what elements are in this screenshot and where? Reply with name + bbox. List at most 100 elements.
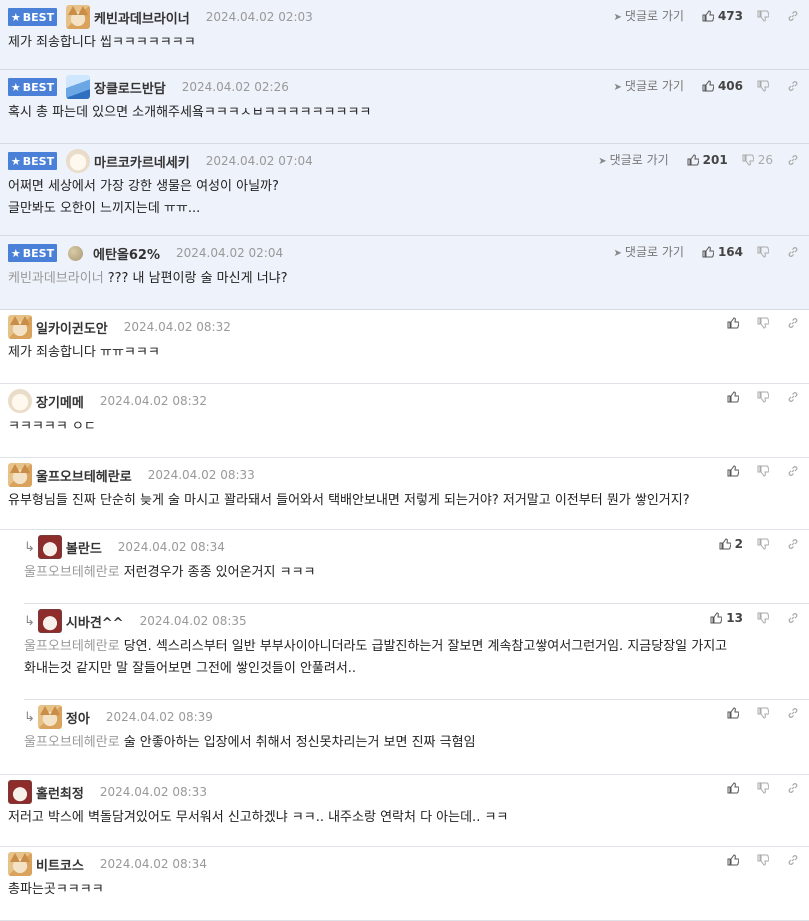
comment-author[interactable]: 울프오브테헤란로 bbox=[36, 466, 132, 485]
avatar[interactable] bbox=[8, 852, 32, 876]
avatar[interactable] bbox=[37, 705, 62, 729]
comment-date: 2024.04.02 08:33 bbox=[147, 468, 255, 482]
dislike-button[interactable] bbox=[757, 391, 773, 403]
like-button[interactable]: 406 bbox=[702, 79, 743, 93]
dislike-button[interactable] bbox=[757, 246, 773, 258]
reply-comment: ↳ 볼란드 2024.04.02 08:34 2 울프오브테헤란로 저런경우가 종… bbox=[24, 530, 809, 604]
best-badge: ★ BEST bbox=[8, 152, 57, 170]
comment-author[interactable]: 장기메메 bbox=[36, 392, 84, 411]
dislike-button[interactable] bbox=[757, 707, 773, 719]
comment-author[interactable]: 시바견^^ bbox=[66, 612, 124, 631]
arrow-icon: ➤ bbox=[613, 248, 622, 259]
comment-author[interactable]: 비트코스 bbox=[36, 855, 84, 874]
thumbs-up-icon bbox=[727, 782, 739, 794]
comment-author[interactable]: 홀런최정 bbox=[36, 783, 84, 802]
avatar[interactable] bbox=[66, 75, 90, 99]
like-button[interactable]: 2 bbox=[719, 537, 743, 551]
comment-author[interactable]: 장클로드반담 bbox=[94, 78, 166, 97]
star-icon: ★ bbox=[10, 154, 21, 168]
goto-reply-link[interactable]: ➤ 댓글로 가기 bbox=[614, 7, 684, 24]
link-icon[interactable] bbox=[787, 465, 799, 477]
dislike-button[interactable] bbox=[757, 538, 773, 550]
like-button[interactable]: 164 bbox=[702, 245, 743, 259]
mention[interactable]: 울프오브테헤란로 bbox=[24, 565, 120, 580]
dislike-button[interactable] bbox=[757, 782, 773, 794]
avatar[interactable] bbox=[68, 245, 83, 261]
like-count: 473 bbox=[717, 8, 743, 23]
like-button[interactable] bbox=[727, 391, 743, 403]
comment-date: 2024.04.02 08:34 bbox=[99, 857, 207, 871]
dislike-button[interactable] bbox=[757, 465, 773, 477]
comment-author[interactable]: 일카이귄도안 bbox=[36, 318, 108, 337]
avatar[interactable] bbox=[8, 315, 32, 339]
best-comment: ★ BEST 장클로드반담 2024.04.02 02:26 ➤ 댓글로 가기 40… bbox=[0, 70, 809, 144]
thumbs-down-icon bbox=[757, 80, 769, 92]
arrow-icon: ➤ bbox=[598, 156, 607, 167]
comment-date: 2024.04.02 07:04 bbox=[205, 154, 313, 168]
goto-reply-link[interactable]: ➤ 댓글로 가기 bbox=[614, 243, 684, 260]
avatar[interactable] bbox=[8, 389, 32, 413]
link-icon[interactable] bbox=[787, 317, 799, 329]
like-button[interactable]: 201 bbox=[687, 153, 728, 167]
mention[interactable]: 케빈과데브라이너 bbox=[8, 271, 104, 286]
avatar[interactable] bbox=[8, 463, 32, 487]
thumbs-up-icon bbox=[727, 465, 739, 477]
like-button[interactable] bbox=[727, 707, 743, 719]
like-button[interactable] bbox=[727, 317, 743, 329]
comment-date: 2024.04.02 02:04 bbox=[176, 246, 284, 260]
link-icon[interactable] bbox=[787, 246, 799, 258]
link-icon[interactable] bbox=[787, 80, 799, 92]
comment-body: 저러고 박스에 벽돌담겨있어도 무서워서 신고하겠냐 ㅋㅋ.. 내주소랑 연락처… bbox=[8, 810, 509, 825]
avatar[interactable] bbox=[66, 5, 90, 29]
avatar[interactable] bbox=[37, 535, 62, 559]
dislike-button[interactable] bbox=[757, 10, 773, 22]
dislike-button[interactable] bbox=[757, 612, 773, 624]
dislike-count: 26 bbox=[757, 152, 773, 167]
like-count: 201 bbox=[702, 152, 728, 167]
link-icon[interactable] bbox=[787, 707, 799, 719]
comment-author[interactable]: 에탄올62% bbox=[93, 244, 160, 263]
goto-reply-link[interactable]: ➤ 댓글로 가기 bbox=[614, 77, 684, 94]
thumbs-up-icon bbox=[702, 245, 714, 257]
like-button[interactable] bbox=[727, 782, 743, 794]
link-icon[interactable] bbox=[787, 854, 799, 866]
comment-author[interactable]: 케빈과데브라이너 bbox=[94, 8, 190, 27]
link-icon[interactable] bbox=[787, 154, 799, 166]
reply-arrow-icon: ↳ bbox=[24, 539, 35, 555]
dislike-button[interactable]: 26 bbox=[742, 153, 773, 167]
thumbs-down-icon bbox=[757, 10, 769, 22]
comment-date: 2024.04.02 08:39 bbox=[105, 710, 213, 724]
avatar[interactable] bbox=[37, 609, 62, 633]
link-icon[interactable] bbox=[787, 612, 799, 624]
dislike-button[interactable] bbox=[757, 854, 773, 866]
comment-author[interactable]: 정아 bbox=[66, 708, 90, 727]
comment: 일카이귄도안 2024.04.02 08:32 제가 죄송합니다 ㅠㅠㅋㅋㅋ bbox=[0, 310, 809, 384]
dislike-button[interactable] bbox=[757, 317, 773, 329]
mention[interactable]: 울프오브테헤란로 bbox=[24, 735, 120, 750]
comment-author[interactable]: 볼란드 bbox=[66, 538, 102, 557]
comment-author[interactable]: 마르코카르네세키 bbox=[94, 152, 190, 171]
link-icon[interactable] bbox=[787, 10, 799, 22]
like-button[interactable] bbox=[727, 854, 743, 866]
link-icon[interactable] bbox=[787, 391, 799, 403]
like-button[interactable] bbox=[727, 465, 743, 477]
thumbs-down-icon bbox=[742, 154, 754, 166]
comment-date: 2024.04.02 08:33 bbox=[99, 785, 207, 799]
like-button[interactable]: 13 bbox=[710, 611, 743, 625]
link-icon[interactable] bbox=[787, 782, 799, 794]
thumbs-up-icon bbox=[727, 707, 739, 719]
thumbs-up-icon bbox=[702, 9, 714, 21]
comment-thread: 울프오브테헤란로 2024.04.02 08:33 유부형님들 진짜 단순히 늦… bbox=[0, 458, 809, 775]
thumbs-up-icon bbox=[727, 391, 739, 403]
avatar[interactable] bbox=[66, 149, 90, 173]
mention[interactable]: 울프오브테헤란로 bbox=[24, 639, 120, 654]
link-icon[interactable] bbox=[787, 538, 799, 550]
comment-list: ★ BEST 케빈과데브라이너 2024.04.02 02:03 ➤ 댓글로 가기 … bbox=[0, 0, 809, 921]
avatar[interactable] bbox=[8, 780, 32, 804]
comment-date: 2024.04.02 08:32 bbox=[99, 394, 207, 408]
goto-reply-link[interactable]: ➤ 댓글로 가기 bbox=[598, 151, 668, 168]
dislike-button[interactable] bbox=[757, 80, 773, 92]
thumbs-up-icon bbox=[727, 317, 739, 329]
thumbs-up-icon bbox=[727, 854, 739, 866]
like-button[interactable]: 473 bbox=[702, 9, 743, 23]
